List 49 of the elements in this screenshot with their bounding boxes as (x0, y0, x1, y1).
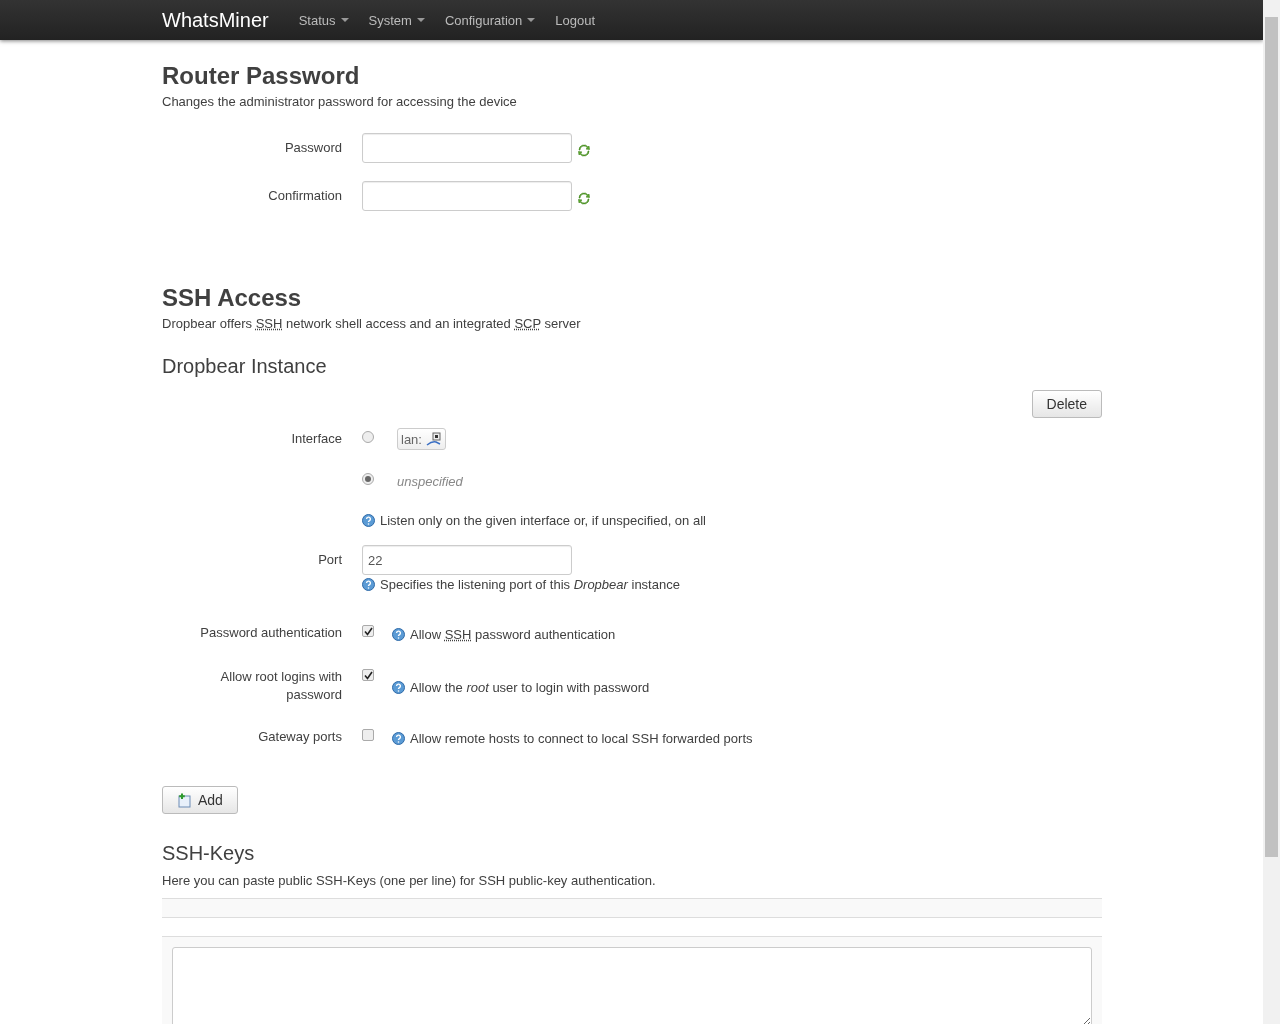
subsection-title: SSH-Keys (162, 842, 256, 865)
help-icon (392, 681, 405, 694)
network-badge[interactable]: lan: (397, 428, 446, 450)
nav-menu-item[interactable]: System (358, 12, 435, 28)
section-title: SSH Access (162, 284, 303, 312)
port-field[interactable]: 22 (362, 545, 572, 575)
help-icon (362, 578, 375, 591)
field-label: Allow root logins with password (219, 668, 343, 704)
section-description: Here you can paste public SSH-Keys (one per line) for SSH public-key authentication. (162, 873, 657, 888)
subsection-title: Dropbear Instance (162, 355, 328, 378)
field-label: Gateway ports (257, 728, 343, 746)
field-label: Password (283, 139, 343, 157)
radio-button[interactable] (362, 473, 374, 485)
field-label: Port (317, 551, 343, 569)
help-icon (362, 514, 375, 527)
help-icon (392, 628, 405, 641)
checkbox[interactable] (362, 669, 374, 681)
help-text: Allow remote hosts to connect to local SSH forwarded ports (410, 731, 753, 746)
checkbox[interactable] (362, 729, 374, 741)
refresh-icon[interactable] (578, 191, 590, 205)
caret-icon (527, 18, 536, 22)
add-document-icon (177, 792, 192, 808)
network-icon (425, 431, 442, 447)
help-text: Listen only on the given interface or, if unspecified, on all (380, 513, 706, 528)
caret-icon (416, 18, 425, 22)
checkbox[interactable] (362, 625, 374, 637)
section-description: Dropbear offers SSH network shell access and an integrated SCP server (162, 316, 582, 331)
section-description: Changes the administrator password for accessing the device (162, 94, 518, 109)
delete-button[interactable]: Delete (1031, 390, 1102, 418)
help-icon (392, 732, 405, 745)
caret-icon (340, 18, 349, 22)
help-text: Allow the root user to login with password (410, 680, 650, 695)
nav-menu-item[interactable]: Status (288, 12, 359, 28)
password-field[interactable] (362, 133, 572, 163)
add-button[interactable]: Add (162, 786, 238, 814)
radio-button[interactable] (362, 431, 374, 443)
help-text: Allow SSH password authentication (410, 627, 616, 642)
brand-logo[interactable]: WhatsMiner (162, 8, 269, 32)
password-field[interactable] (362, 181, 572, 211)
nav-menu-item[interactable]: Configuration (434, 12, 546, 28)
field-label: Confirmation (267, 187, 343, 205)
help-text: Specifies the listening port of this Dropbear instance (380, 577, 680, 592)
nav-menu-item[interactable]: Logout (545, 12, 605, 28)
section-title: Router Password (162, 62, 361, 90)
option-label: unspecified (397, 474, 463, 489)
scrollbar[interactable] (1263, 0, 1280, 1024)
refresh-icon[interactable] (578, 143, 590, 157)
field-label: Interface (290, 430, 343, 448)
field-label: Password authentication (199, 624, 343, 642)
